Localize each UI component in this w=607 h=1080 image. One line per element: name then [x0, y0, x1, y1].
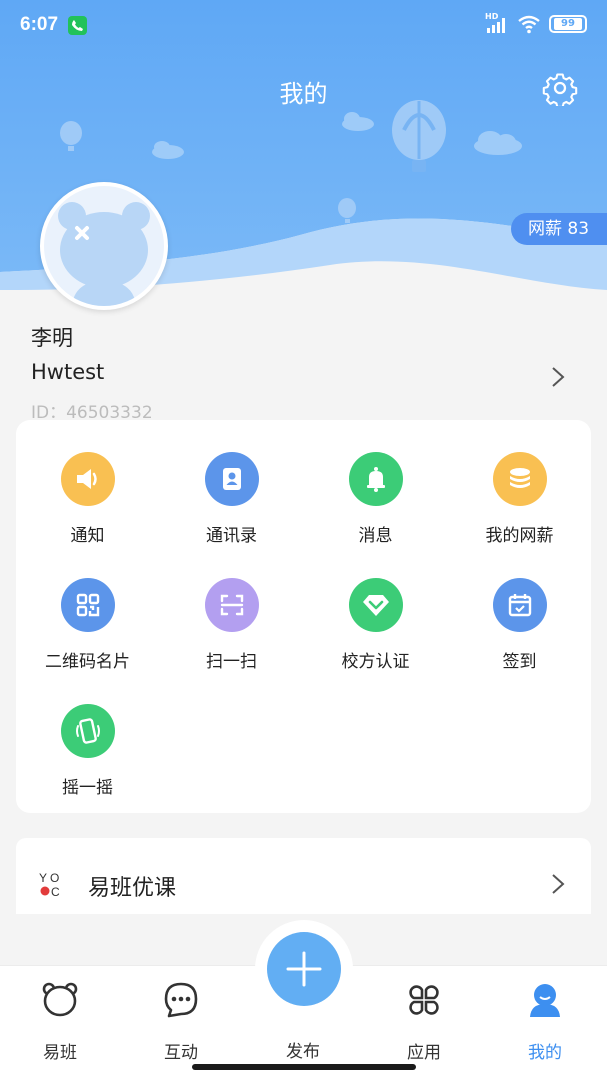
- profile-chevron-right-icon[interactable]: [548, 365, 568, 389]
- contacts-icon: [204, 452, 259, 506]
- grid-item-label: 消息: [358, 526, 393, 546]
- plus-icon: [286, 951, 322, 987]
- grid-item-school-verify[interactable]: 校方认证: [304, 578, 447, 672]
- tab-apps[interactable]: 应用: [379, 980, 469, 1063]
- tab-publish-label-wrap[interactable]: 发布: [258, 1023, 348, 1062]
- grid-item-messages[interactable]: 消息: [304, 452, 447, 546]
- tab-label: 发布: [286, 1042, 320, 1062]
- svg-text:O: O: [50, 871, 59, 885]
- grid-item-my-salary[interactable]: 我的网薪: [448, 452, 591, 546]
- user-school[interactable]: Hwtest: [31, 360, 104, 384]
- grid-item-label: 校方认证: [341, 652, 410, 672]
- grid-item-contacts[interactable]: 通讯录: [160, 452, 303, 546]
- qrcode-icon: [60, 578, 115, 632]
- status-bar: 6:07 HD 99: [0, 0, 607, 52]
- grid-item-label: 扫一扫: [206, 652, 257, 672]
- course-chevron-right-icon[interactable]: [548, 872, 568, 896]
- bear-face-icon: [42, 982, 78, 1017]
- feature-grid: 通知 通讯录 消息 我的网薪 二维码名片 扫一扫 校方认证 签到 摇一摇: [16, 420, 591, 813]
- tab-yiban[interactable]: 易班: [15, 980, 105, 1063]
- phone-call-icon: [68, 16, 87, 35]
- shake-phone-icon: [60, 704, 115, 758]
- battery-icon: 99: [549, 15, 587, 33]
- tab-interact[interactable]: 互动: [136, 980, 226, 1063]
- grid-item-label: 我的网薪: [485, 526, 554, 546]
- tab-label: 易班: [43, 1043, 77, 1063]
- grid-item-scan[interactable]: 扫一扫: [160, 578, 303, 672]
- chat-bubble-icon: [164, 982, 198, 1018]
- bell-icon: [348, 452, 403, 506]
- grid-item-label: 签到: [502, 652, 537, 672]
- course-entry[interactable]: Y O C 易班优课: [16, 838, 591, 914]
- tab-mine[interactable]: 我的: [500, 980, 590, 1063]
- grid-item-shake[interactable]: 摇一摇: [16, 704, 159, 798]
- coins-icon: [492, 452, 547, 506]
- status-time: 6:07: [20, 14, 59, 35]
- bear-avatar-icon: [58, 202, 150, 306]
- user-name: 李明: [31, 326, 73, 350]
- tab-label: 我的: [528, 1043, 562, 1063]
- salary-badge[interactable]: 网薪 83: [511, 213, 607, 245]
- tab-label: 互动: [164, 1043, 198, 1063]
- publish-button[interactable]: [267, 932, 341, 1006]
- grid-item-qr-card[interactable]: 二维码名片: [16, 578, 159, 672]
- svg-text:C: C: [51, 885, 60, 899]
- calendar-check-icon: [492, 578, 547, 632]
- home-indicator[interactable]: [192, 1064, 416, 1070]
- avatar[interactable]: [40, 182, 168, 310]
- verify-diamond-icon: [348, 578, 403, 632]
- grid-item-label: 二维码名片: [45, 652, 130, 672]
- grid-item-label: 摇一摇: [62, 778, 113, 798]
- tab-label: 应用: [407, 1043, 441, 1063]
- person-icon: [530, 984, 560, 1017]
- apps-clover-icon: [409, 985, 439, 1015]
- course-label: 易班优课: [88, 876, 177, 901]
- svg-text:Y: Y: [39, 871, 47, 885]
- grid-item-notice[interactable]: 通知: [16, 452, 159, 546]
- scan-icon: [204, 578, 259, 632]
- yooc-logo-icon: Y O C: [39, 871, 60, 899]
- signal-icon: HD: [485, 12, 509, 34]
- grid-item-checkin[interactable]: 签到: [448, 578, 591, 672]
- settings-gear-icon[interactable]: [542, 70, 578, 106]
- page-title: 我的: [279, 80, 328, 108]
- wifi-icon: [518, 15, 540, 34]
- grid-item-label: 通讯录: [206, 526, 257, 546]
- speaker-icon: [60, 452, 115, 506]
- grid-item-label: 通知: [70, 526, 105, 546]
